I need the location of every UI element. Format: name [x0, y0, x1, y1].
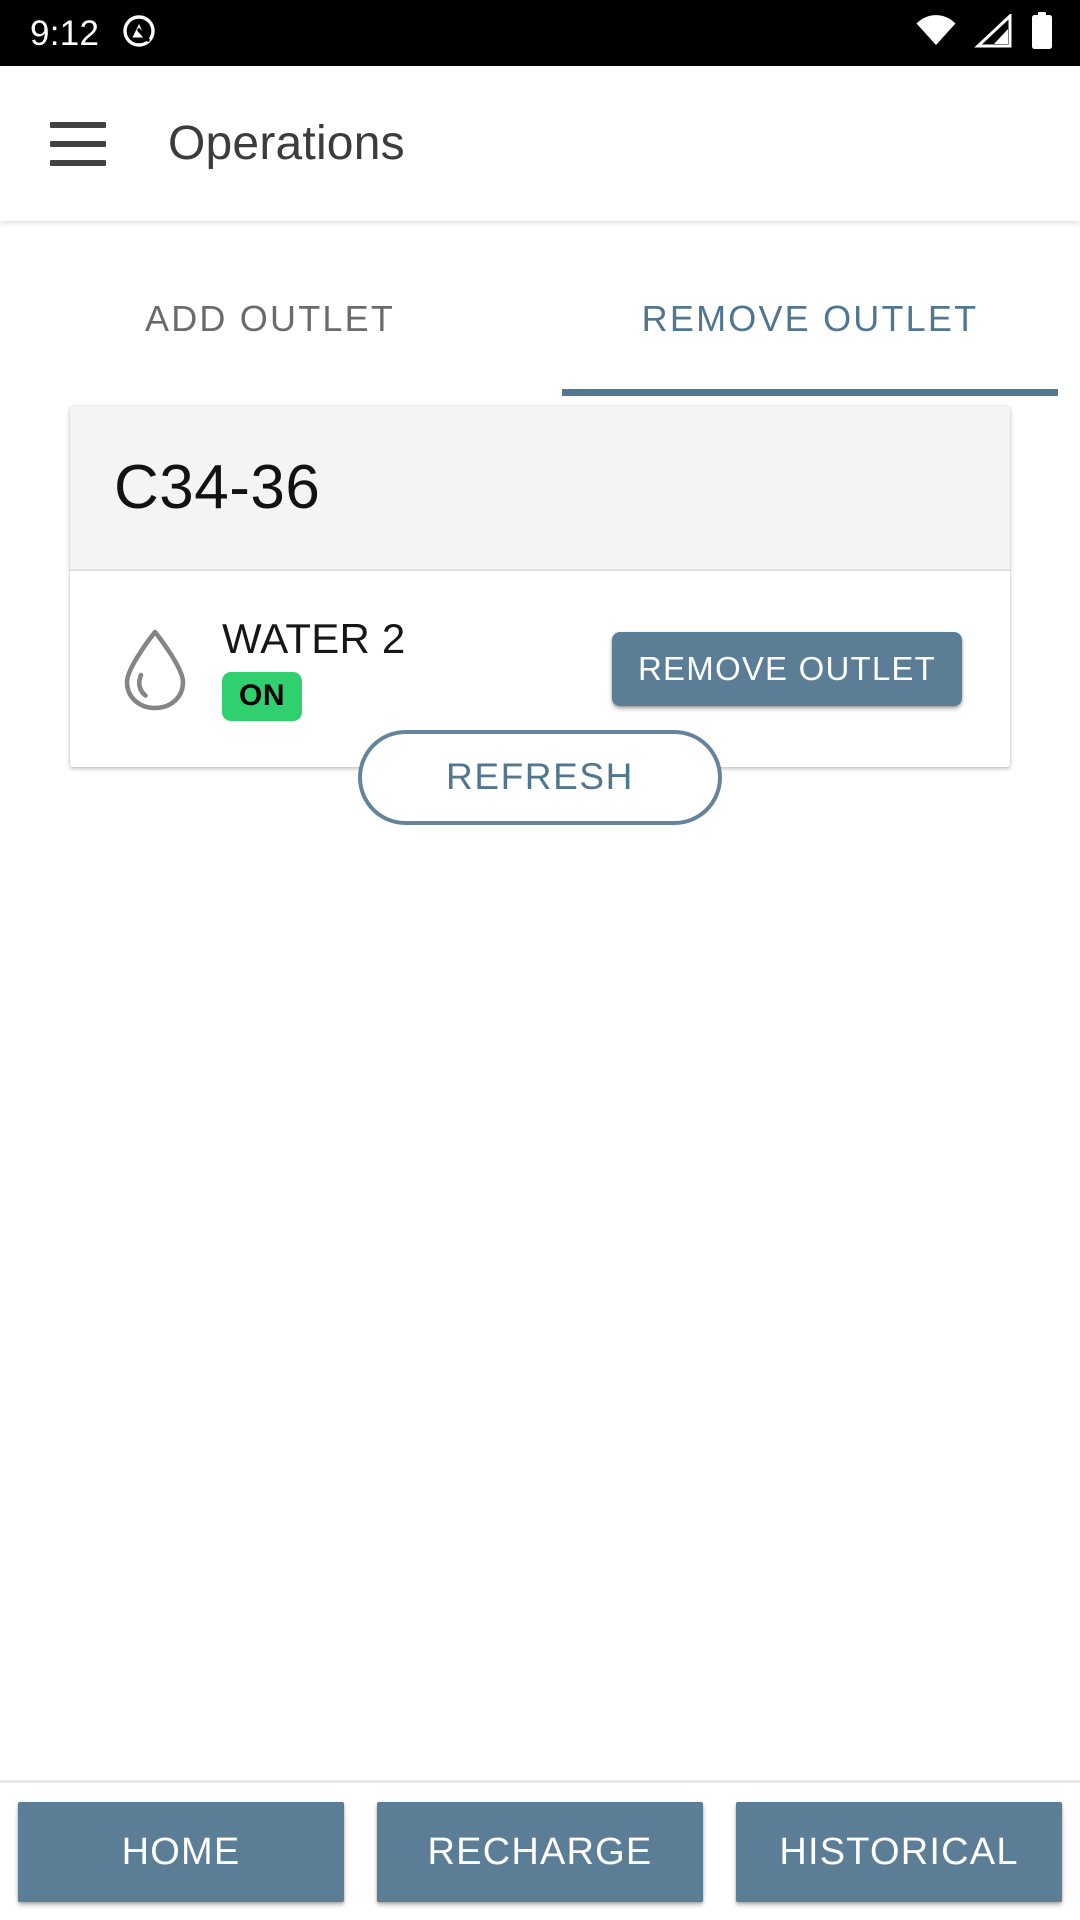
menu-line-1 [50, 121, 106, 128]
app-root: 9:12 Operations ADD OUTLET REMOVE OUTLET… [0, 0, 1080, 1920]
remove-outlet-button[interactable]: REMOVE OUTLET [612, 632, 962, 706]
outlet-card-header: C34-36 [70, 406, 1010, 571]
tab-remove-outlet-label: REMOVE OUTLET [641, 298, 979, 339]
bottom-navigation-bar: HOME RECHARGE HISTORICAL [0, 1780, 1080, 1920]
hamburger-menu-icon[interactable] [50, 121, 106, 166]
menu-line-2 [50, 140, 106, 147]
tab-add-outlet[interactable]: ADD OUTLET [0, 221, 540, 396]
status-bar: 9:12 [0, 0, 1080, 66]
outlet-name: WATER 2 [222, 614, 406, 662]
tab-bar: ADD OUTLET REMOVE OUTLET [0, 221, 1080, 396]
battery-full-icon [1030, 11, 1054, 55]
outlet-card: C34-36 WATER 2 ON REMOVE OUTLET [70, 406, 1010, 767]
status-bar-right [914, 11, 1054, 55]
nav-button-recharge[interactable]: RECHARGE [377, 1801, 703, 1902]
refresh-button-wrap: REFRESH [0, 730, 1080, 825]
wifi-icon [914, 14, 958, 53]
content-area: C34-36 WATER 2 ON REMOVE OUTLET REFRESH [0, 396, 1080, 1780]
status-badge: ON [222, 671, 303, 721]
outlet-row-info: WATER 2 ON [202, 614, 612, 721]
status-bar-left: 9:12 [30, 13, 157, 54]
menu-line-3 [50, 159, 106, 166]
page-title: Operations [168, 116, 405, 170]
refresh-button[interactable]: REFRESH [358, 730, 722, 825]
cellular-signal-icon [974, 12, 1014, 53]
status-bar-clock: 9:12 [30, 13, 100, 53]
tab-add-outlet-label: ADD OUTLET [144, 298, 396, 339]
nav-button-historical[interactable]: HISTORICAL [736, 1801, 1062, 1902]
tab-remove-outlet[interactable]: REMOVE OUTLET [540, 221, 1080, 396]
app-bar: Operations [0, 66, 1080, 221]
tab-active-indicator [562, 389, 1058, 396]
outlet-row-action: REMOVE OUTLET [612, 632, 962, 706]
quick-settings-icon [121, 13, 157, 54]
water-drop-icon [108, 626, 202, 712]
outlet-card-title: C34-36 [114, 452, 321, 522]
nav-button-home[interactable]: HOME [18, 1801, 344, 1902]
